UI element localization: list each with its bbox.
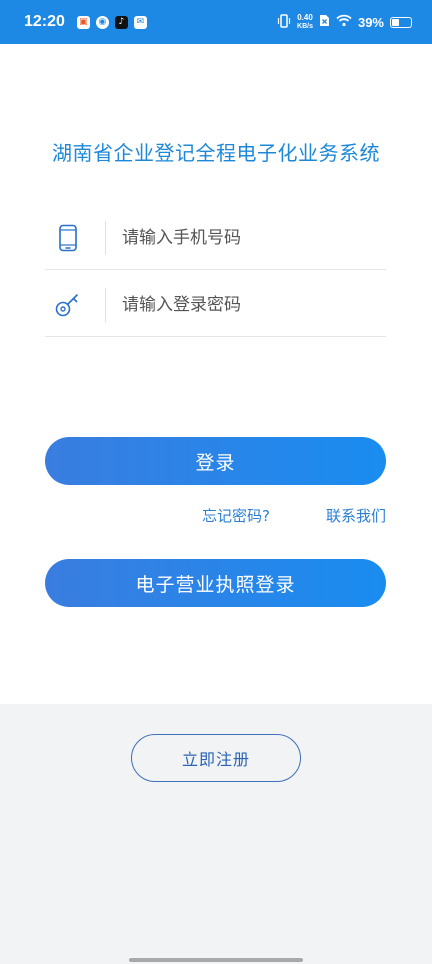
phone-input[interactable]	[122, 227, 342, 248]
status-left: 12:20 ▣ ◉ ♪ ✉	[24, 13, 147, 31]
vibrate-icon	[277, 13, 291, 31]
field-divider	[105, 220, 106, 255]
field-divider	[105, 287, 106, 322]
key-icon	[45, 291, 91, 319]
mail-icon: ✉	[133, 15, 147, 29]
status-bar: 12:20 ▣ ◉ ♪ ✉ 0.40 KB/s 39%	[0, 0, 432, 44]
net-speed: 0.40 KB/s	[297, 12, 313, 31]
contact-us-link[interactable]: 联系我们	[326, 505, 386, 526]
password-field[interactable]	[45, 273, 386, 337]
status-time: 12:20	[24, 13, 65, 30]
no-sim-icon	[319, 14, 330, 30]
weibo-icon: ◉	[95, 15, 109, 29]
tiktok-icon: ♪	[114, 15, 128, 29]
password-input[interactable]	[122, 294, 342, 315]
battery-icon	[390, 16, 412, 28]
store-icon: ▣	[76, 15, 90, 29]
phone-field[interactable]	[45, 206, 386, 270]
login-button[interactable]: 登录	[45, 437, 386, 485]
forgot-password-link[interactable]: 忘记密码?	[202, 505, 270, 526]
status-right: 0.40 KB/s 39%	[277, 12, 412, 31]
phone-icon	[45, 224, 91, 252]
wifi-icon	[336, 14, 352, 30]
home-indicator[interactable]	[129, 958, 303, 962]
login-panel: 湖南省企业登记全程电子化业务系统 登录 忘记密码? 联系我们	[0, 44, 432, 704]
page-title: 湖南省企业登记全程电子化业务系统	[52, 141, 380, 165]
battery-percent: 39%	[357, 14, 384, 30]
auxiliary-links: 忘记密码? 联系我们	[45, 505, 386, 527]
net-speed-unit: KB/s	[297, 22, 313, 30]
register-button[interactable]: 立即注册	[131, 734, 301, 782]
business-license-login-button[interactable]: 电子营业执照登录	[45, 559, 386, 607]
net-speed-value: 0.40	[297, 12, 313, 22]
